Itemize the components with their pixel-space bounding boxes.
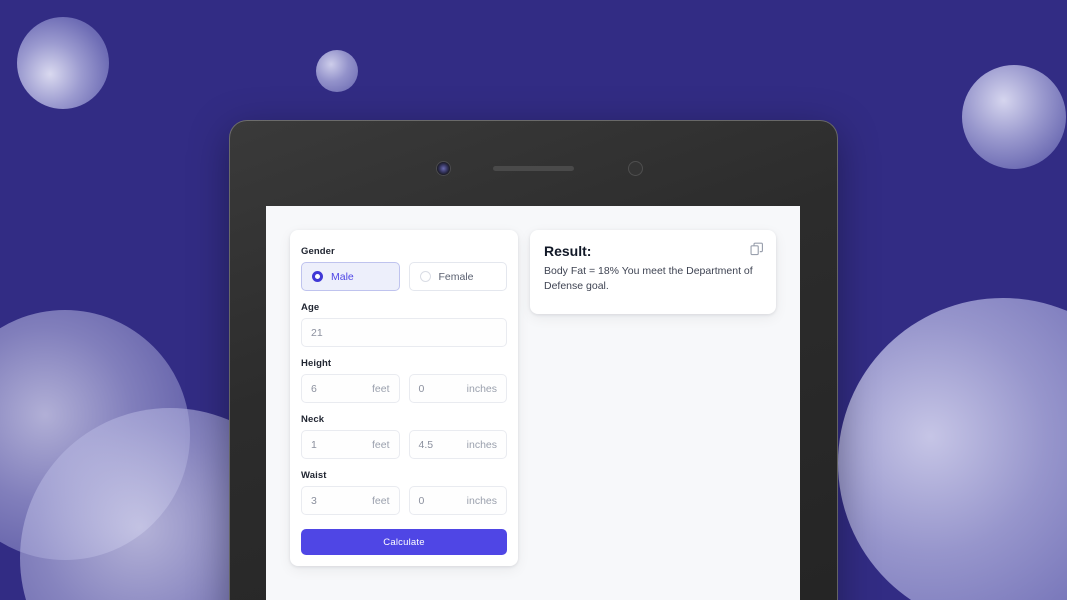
gender-option-male-label: Male	[331, 270, 354, 283]
waist-inches-value: 0	[418, 494, 425, 507]
height-input-group: 6 feet 0 inches	[301, 374, 507, 414]
neck-label: Neck	[301, 414, 325, 425]
age-label: Age	[301, 302, 320, 313]
gender-option-male[interactable]: Male	[301, 262, 400, 291]
body-fat-form-card: Gender Male Female Age 21 Height 6 feet …	[290, 230, 518, 566]
waist-feet-value: 3	[311, 494, 317, 507]
neck-feet-input[interactable]: 1 feet	[301, 430, 400, 459]
decorative-sphere-top-left	[17, 17, 109, 109]
neck-feet-value: 1	[311, 438, 317, 451]
height-inches-value: 0	[418, 382, 425, 395]
age-input[interactable]: 21	[301, 318, 507, 347]
waist-inches-unit: inches	[466, 494, 497, 507]
result-card: Result: Body Fat = 18% You meet the Depa…	[530, 230, 776, 314]
waist-feet-input[interactable]: 3 feet	[301, 486, 400, 515]
height-feet-unit: feet	[371, 382, 390, 395]
age-value: 21	[311, 326, 323, 339]
result-text: Body Fat = 18% You meet the Department o…	[544, 265, 753, 293]
radio-dot-icon	[312, 271, 323, 282]
waist-inches-input[interactable]: 0 inches	[408, 486, 507, 515]
decorative-sphere-top-center	[316, 50, 358, 92]
height-label: Height	[301, 358, 332, 369]
tablet-screen: Gender Male Female Age 21 Height 6 feet …	[266, 206, 800, 600]
camera-icon	[437, 162, 450, 175]
waist-input-group: 3 feet 0 inches	[301, 486, 507, 526]
decorative-sphere-top-right	[962, 65, 1066, 169]
radio-dot-icon	[419, 271, 431, 282]
sensor-icon	[628, 161, 643, 176]
gender-radio-group[interactable]: Male Female	[301, 262, 507, 291]
neck-inches-value: 4.5	[418, 438, 434, 451]
result-title: Result:	[544, 243, 592, 259]
gender-label: Gender	[301, 246, 335, 257]
waist-feet-unit: feet	[371, 494, 390, 507]
height-feet-value: 6	[311, 382, 317, 395]
waist-label: Waist	[301, 470, 327, 481]
gender-option-female[interactable]: Female	[408, 262, 507, 291]
height-feet-input[interactable]: 6 feet	[301, 374, 400, 403]
neck-input-group: 1 feet 4.5 inches	[301, 430, 507, 470]
calculate-button[interactable]: Calculate	[301, 529, 507, 555]
decorative-sphere-bottom-right	[838, 298, 1067, 600]
copy-icon[interactable]	[750, 242, 764, 256]
neck-feet-unit: feet	[371, 438, 390, 451]
speaker-grille	[493, 166, 574, 171]
height-inches-unit: inches	[466, 382, 497, 395]
neck-inches-unit: inches	[466, 438, 497, 451]
height-inches-input[interactable]: 0 inches	[408, 374, 507, 403]
neck-inches-input[interactable]: 4.5 inches	[408, 430, 507, 459]
gender-option-female-label: Female	[438, 270, 474, 283]
app-content: Gender Male Female Age 21 Height 6 feet …	[266, 206, 800, 600]
